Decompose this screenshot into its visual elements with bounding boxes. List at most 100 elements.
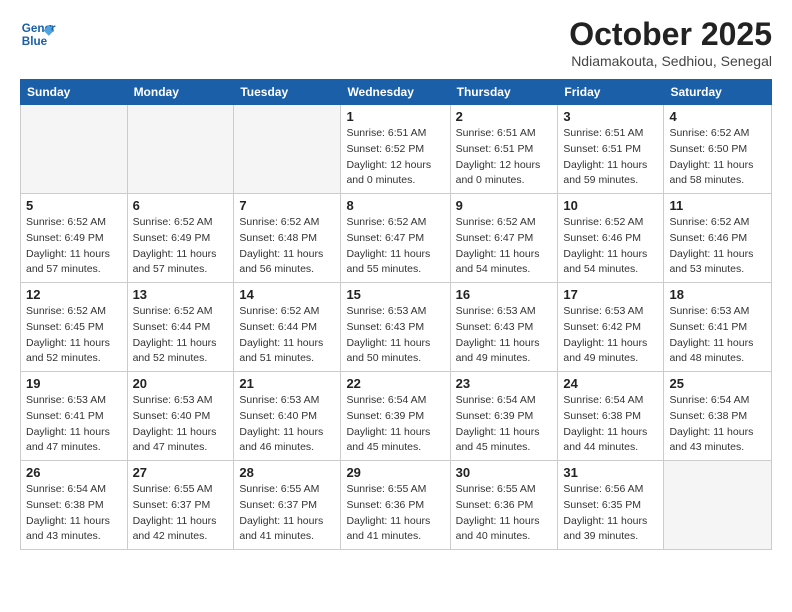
page: General Blue October 2025 Ndiamakouta, S…	[0, 0, 792, 566]
day-number: 13	[133, 287, 229, 302]
day-number: 21	[239, 376, 335, 391]
calendar-week-row: 1 Sunrise: 6:51 AMSunset: 6:52 PMDaylight…	[21, 105, 772, 194]
calendar-week-row: 19 Sunrise: 6:53 AMSunset: 6:41 PMDayligh…	[21, 372, 772, 461]
calendar-cell	[21, 105, 128, 194]
calendar-cell: 27Sunrise: 6:55 AMSunset: 6:37 PMDayligh…	[127, 461, 234, 550]
day-number: 31	[563, 465, 658, 480]
calendar-cell: 13 Sunrise: 6:52 AMSunset: 6:44 PMDayligh…	[127, 283, 234, 372]
day-info: Sunrise: 6:51 AMSunset: 6:51 PMDaylight:…	[563, 126, 658, 189]
calendar-cell: 15Sunrise: 6:53 AMSunset: 6:43 PMDayligh…	[341, 283, 450, 372]
day-info: Sunrise: 6:53 AMSunset: 6:40 PMDaylight:…	[239, 393, 335, 456]
day-info: Sunrise: 6:54 AMSunset: 6:39 PMDaylight:…	[456, 393, 553, 456]
day-number: 24	[563, 376, 658, 391]
calendar-cell: 28 Sunrise: 6:55 AMSunset: 6:37 PMDayligh…	[234, 461, 341, 550]
day-number: 5	[26, 198, 122, 213]
calendar-cell: 11 Sunrise: 6:52 AMSunset: 6:46 PMDayligh…	[664, 194, 772, 283]
day-number: 11	[669, 198, 766, 213]
day-info: Sunrise: 6:52 AMSunset: 6:47 PMDaylight:…	[456, 215, 553, 278]
day-info: Sunrise: 6:52 AMSunset: 6:49 PMDaylight:…	[26, 215, 122, 278]
calendar-cell: 6Sunrise: 6:52 AMSunset: 6:49 PMDaylight…	[127, 194, 234, 283]
day-number: 22	[346, 376, 444, 391]
calendar-cell: 10Sunrise: 6:52 AMSunset: 6:46 PMDayligh…	[558, 194, 664, 283]
calendar-cell: 20Sunrise: 6:53 AMSunset: 6:40 PMDayligh…	[127, 372, 234, 461]
calendar: SundayMondayTuesdayWednesdayThursdayFrid…	[20, 79, 772, 550]
day-number: 19	[26, 376, 122, 391]
calendar-cell: 17 Sunrise: 6:53 AMSunset: 6:42 PMDayligh…	[558, 283, 664, 372]
day-number: 27	[133, 465, 229, 480]
weekday-header: Tuesday	[234, 80, 341, 105]
calendar-cell: 18 Sunrise: 6:53 AMSunset: 6:41 PMDayligh…	[664, 283, 772, 372]
weekday-header: Friday	[558, 80, 664, 105]
day-number: 3	[563, 109, 658, 124]
calendar-cell	[234, 105, 341, 194]
day-info: Sunrise: 6:52 AMSunset: 6:44 PMDaylight:…	[239, 304, 335, 367]
day-number: 2	[456, 109, 553, 124]
day-number: 29	[346, 465, 444, 480]
calendar-cell: 3 Sunrise: 6:51 AMSunset: 6:51 PMDaylight…	[558, 105, 664, 194]
day-info: Sunrise: 6:54 AMSunset: 6:38 PMDaylight:…	[563, 393, 658, 456]
day-number: 28	[239, 465, 335, 480]
calendar-cell: 8Sunrise: 6:52 AMSunset: 6:47 PMDaylight…	[341, 194, 450, 283]
day-number: 26	[26, 465, 122, 480]
day-number: 14	[239, 287, 335, 302]
day-number: 9	[456, 198, 553, 213]
day-info: Sunrise: 6:56 AMSunset: 6:35 PMDaylight:…	[563, 482, 658, 545]
day-number: 17	[563, 287, 658, 302]
calendar-cell: 25 Sunrise: 6:54 AMSunset: 6:38 PMDayligh…	[664, 372, 772, 461]
weekday-header: Monday	[127, 80, 234, 105]
day-info: Sunrise: 6:55 AMSunset: 6:36 PMDaylight:…	[456, 482, 553, 545]
day-number: 23	[456, 376, 553, 391]
day-info: Sunrise: 6:51 AMSunset: 6:52 PMDaylight:…	[346, 126, 444, 189]
day-info: Sunrise: 6:53 AMSunset: 6:41 PMDaylight:…	[669, 304, 766, 367]
calendar-cell: 26 Sunrise: 6:54 AMSunset: 6:38 PMDayligh…	[21, 461, 128, 550]
day-info: Sunrise: 6:52 AMSunset: 6:50 PMDaylight:…	[669, 126, 766, 189]
title-block: October 2025 Ndiamakouta, Sedhiou, Seneg…	[569, 16, 772, 69]
day-info: Sunrise: 6:53 AMSunset: 6:43 PMDaylight:…	[346, 304, 444, 367]
day-info: Sunrise: 6:52 AMSunset: 6:48 PMDaylight:…	[239, 215, 335, 278]
month-title: October 2025	[569, 16, 772, 53]
day-info: Sunrise: 6:54 AMSunset: 6:38 PMDaylight:…	[26, 482, 122, 545]
weekday-header: Sunday	[21, 80, 128, 105]
day-info: Sunrise: 6:55 AMSunset: 6:37 PMDaylight:…	[239, 482, 335, 545]
weekday-header: Thursday	[450, 80, 558, 105]
day-number: 4	[669, 109, 766, 124]
day-info: Sunrise: 6:54 AMSunset: 6:38 PMDaylight:…	[669, 393, 766, 456]
calendar-cell: 16Sunrise: 6:53 AMSunset: 6:43 PMDayligh…	[450, 283, 558, 372]
location: Ndiamakouta, Sedhiou, Senegal	[569, 53, 772, 69]
calendar-cell: 7 Sunrise: 6:52 AMSunset: 6:48 PMDaylight…	[234, 194, 341, 283]
calendar-cell: 2 Sunrise: 6:51 AMSunset: 6:51 PMDaylight…	[450, 105, 558, 194]
calendar-cell: 24 Sunrise: 6:54 AMSunset: 6:38 PMDayligh…	[558, 372, 664, 461]
calendar-cell	[664, 461, 772, 550]
day-number: 30	[456, 465, 553, 480]
calendar-cell: 1 Sunrise: 6:51 AMSunset: 6:52 PMDaylight…	[341, 105, 450, 194]
day-info: Sunrise: 6:52 AMSunset: 6:46 PMDaylight:…	[669, 215, 766, 278]
day-info: Sunrise: 6:52 AMSunset: 6:45 PMDaylight:…	[26, 304, 122, 367]
calendar-cell: 14 Sunrise: 6:52 AMSunset: 6:44 PMDayligh…	[234, 283, 341, 372]
calendar-cell: 29 Sunrise: 6:55 AMSunset: 6:36 PMDayligh…	[341, 461, 450, 550]
calendar-cell: 21 Sunrise: 6:53 AMSunset: 6:40 PMDayligh…	[234, 372, 341, 461]
day-number: 6	[133, 198, 229, 213]
day-info: Sunrise: 6:54 AMSunset: 6:39 PMDaylight:…	[346, 393, 444, 456]
calendar-cell: 5 Sunrise: 6:52 AMSunset: 6:49 PMDaylight…	[21, 194, 128, 283]
day-number: 18	[669, 287, 766, 302]
weekday-header: Wednesday	[341, 80, 450, 105]
day-info: Sunrise: 6:53 AMSunset: 6:42 PMDaylight:…	[563, 304, 658, 367]
day-info: Sunrise: 6:52 AMSunset: 6:44 PMDaylight:…	[133, 304, 229, 367]
day-info: Sunrise: 6:52 AMSunset: 6:46 PMDaylight:…	[563, 215, 658, 278]
calendar-cell: 4 Sunrise: 6:52 AMSunset: 6:50 PMDaylight…	[664, 105, 772, 194]
weekday-header: Saturday	[664, 80, 772, 105]
day-info: Sunrise: 6:53 AMSunset: 6:40 PMDaylight:…	[133, 393, 229, 456]
day-info: Sunrise: 6:51 AMSunset: 6:51 PMDaylight:…	[456, 126, 553, 189]
calendar-cell: 22 Sunrise: 6:54 AMSunset: 6:39 PMDayligh…	[341, 372, 450, 461]
weekday-header-row: SundayMondayTuesdayWednesdayThursdayFrid…	[21, 80, 772, 105]
calendar-cell: 19 Sunrise: 6:53 AMSunset: 6:41 PMDayligh…	[21, 372, 128, 461]
day-number: 16	[456, 287, 553, 302]
day-number: 1	[346, 109, 444, 124]
day-number: 8	[346, 198, 444, 213]
day-info: Sunrise: 6:55 AMSunset: 6:36 PMDaylight:…	[346, 482, 444, 545]
day-number: 12	[26, 287, 122, 302]
header: General Blue October 2025 Ndiamakouta, S…	[20, 16, 772, 69]
day-number: 7	[239, 198, 335, 213]
day-number: 25	[669, 376, 766, 391]
day-info: Sunrise: 6:53 AMSunset: 6:41 PMDaylight:…	[26, 393, 122, 456]
